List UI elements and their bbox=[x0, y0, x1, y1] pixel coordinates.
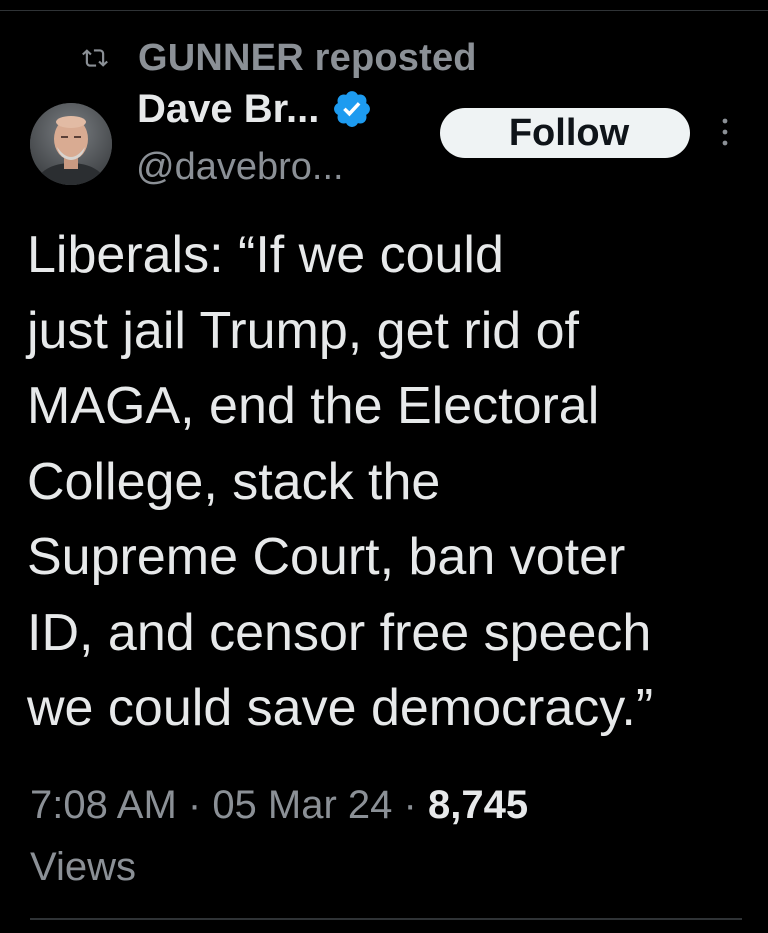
top-divider bbox=[0, 10, 768, 11]
bottom-divider bbox=[30, 918, 742, 920]
tweet-text-line: College, stack the bbox=[27, 452, 441, 511]
tweet-timestamp-time[interactable]: 7:08 AM bbox=[30, 783, 177, 827]
meta-separator: · bbox=[176, 783, 213, 827]
more-vertical-icon[interactable] bbox=[717, 114, 733, 150]
tweet-text-line: ID, and censor free speech bbox=[27, 603, 652, 662]
tweet-text-line: Supreme Court, ban voter bbox=[27, 528, 626, 586]
repost-icon bbox=[82, 45, 108, 71]
tweet-text: Liberals: “If we could just jail Trump, … bbox=[27, 218, 757, 747]
tweet-text-line: we could save democracy.” bbox=[27, 679, 654, 737]
repost-context[interactable]: GUNNER reposted bbox=[82, 33, 477, 83]
tweet-metadata: 7:08 AM · 05 Mar 24 · 8,745 Views bbox=[30, 774, 750, 898]
views-count: 8,745 bbox=[427, 783, 529, 827]
author-name-row[interactable]: Dave Br... bbox=[137, 84, 373, 134]
meta-separator: · bbox=[392, 783, 428, 827]
tweet-text-line: just jail Trump, get rid of bbox=[27, 301, 579, 360]
follow-button[interactable]: Follow bbox=[440, 108, 690, 158]
verified-badge-icon bbox=[331, 88, 373, 130]
tweet-text-line: MAGA, end the Electoral bbox=[27, 377, 600, 435]
avatar[interactable] bbox=[30, 103, 112, 185]
tweet-text-line: Liberals: “If we could bbox=[27, 226, 504, 284]
author-handle[interactable]: @davebro... bbox=[136, 146, 344, 189]
views-label: Views bbox=[30, 845, 136, 889]
tweet-timestamp-date[interactable]: 05 Mar 24 bbox=[212, 783, 392, 827]
author-display-name[interactable]: Dave Br... bbox=[137, 87, 319, 132]
repost-label: GUNNER reposted bbox=[138, 36, 477, 79]
